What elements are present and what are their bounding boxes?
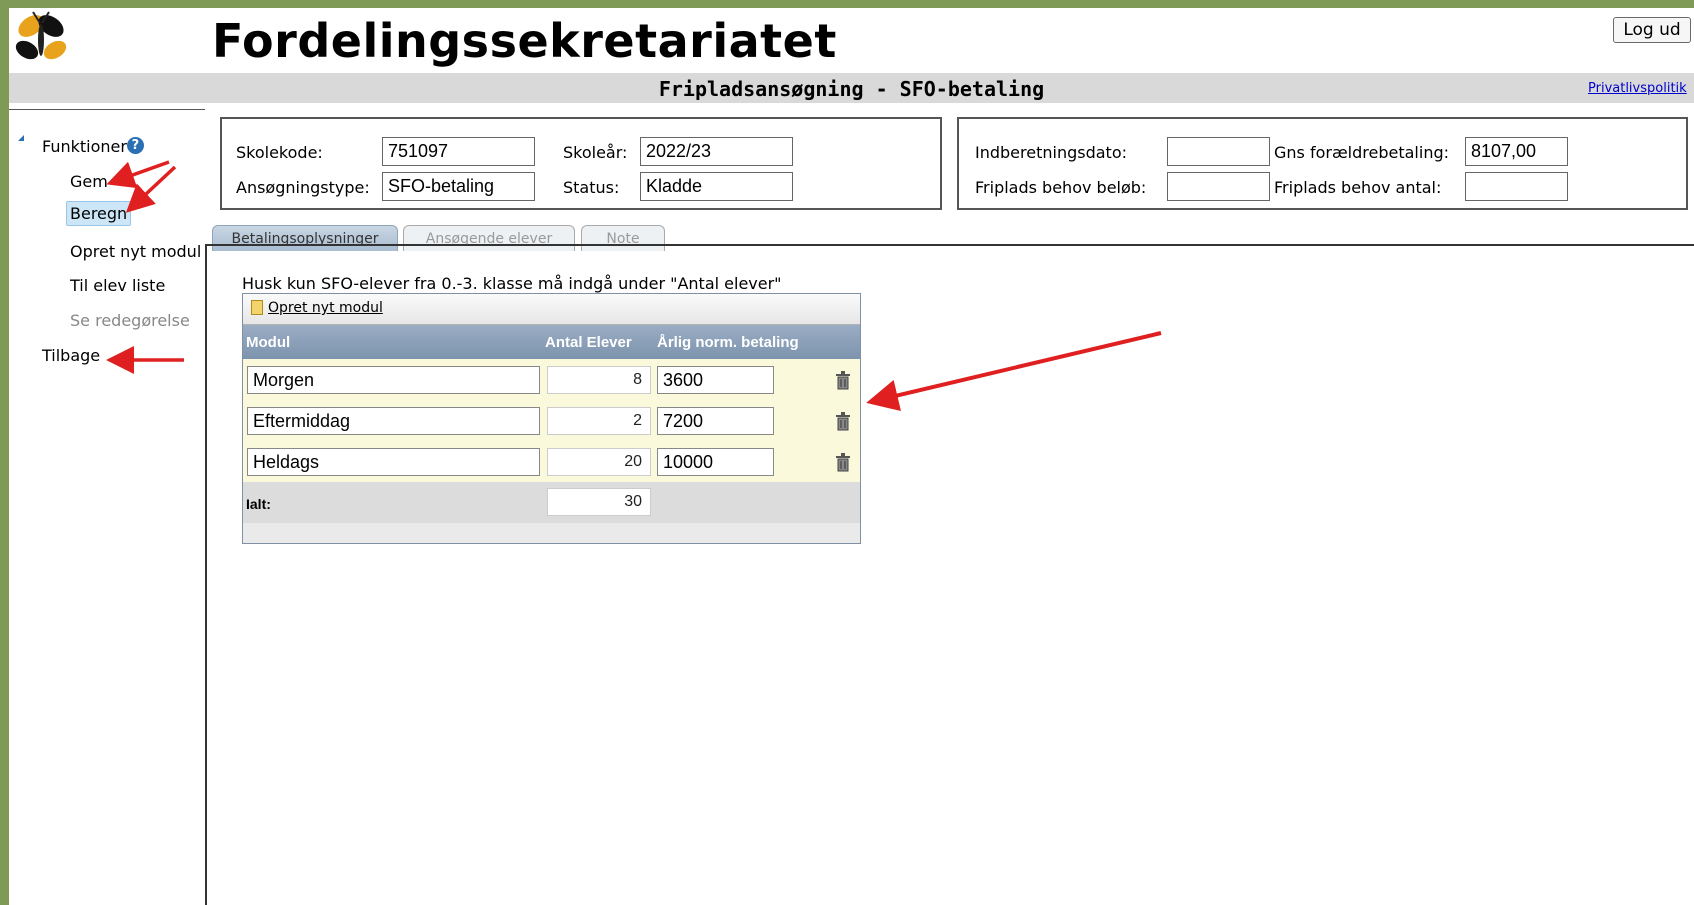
app-window: Fordelingssekretariatet Log ud Fripladsa…: [9, 8, 1694, 905]
annotation-arrow: [866, 331, 1162, 412]
annotation-arrows: [106, 160, 1162, 412]
